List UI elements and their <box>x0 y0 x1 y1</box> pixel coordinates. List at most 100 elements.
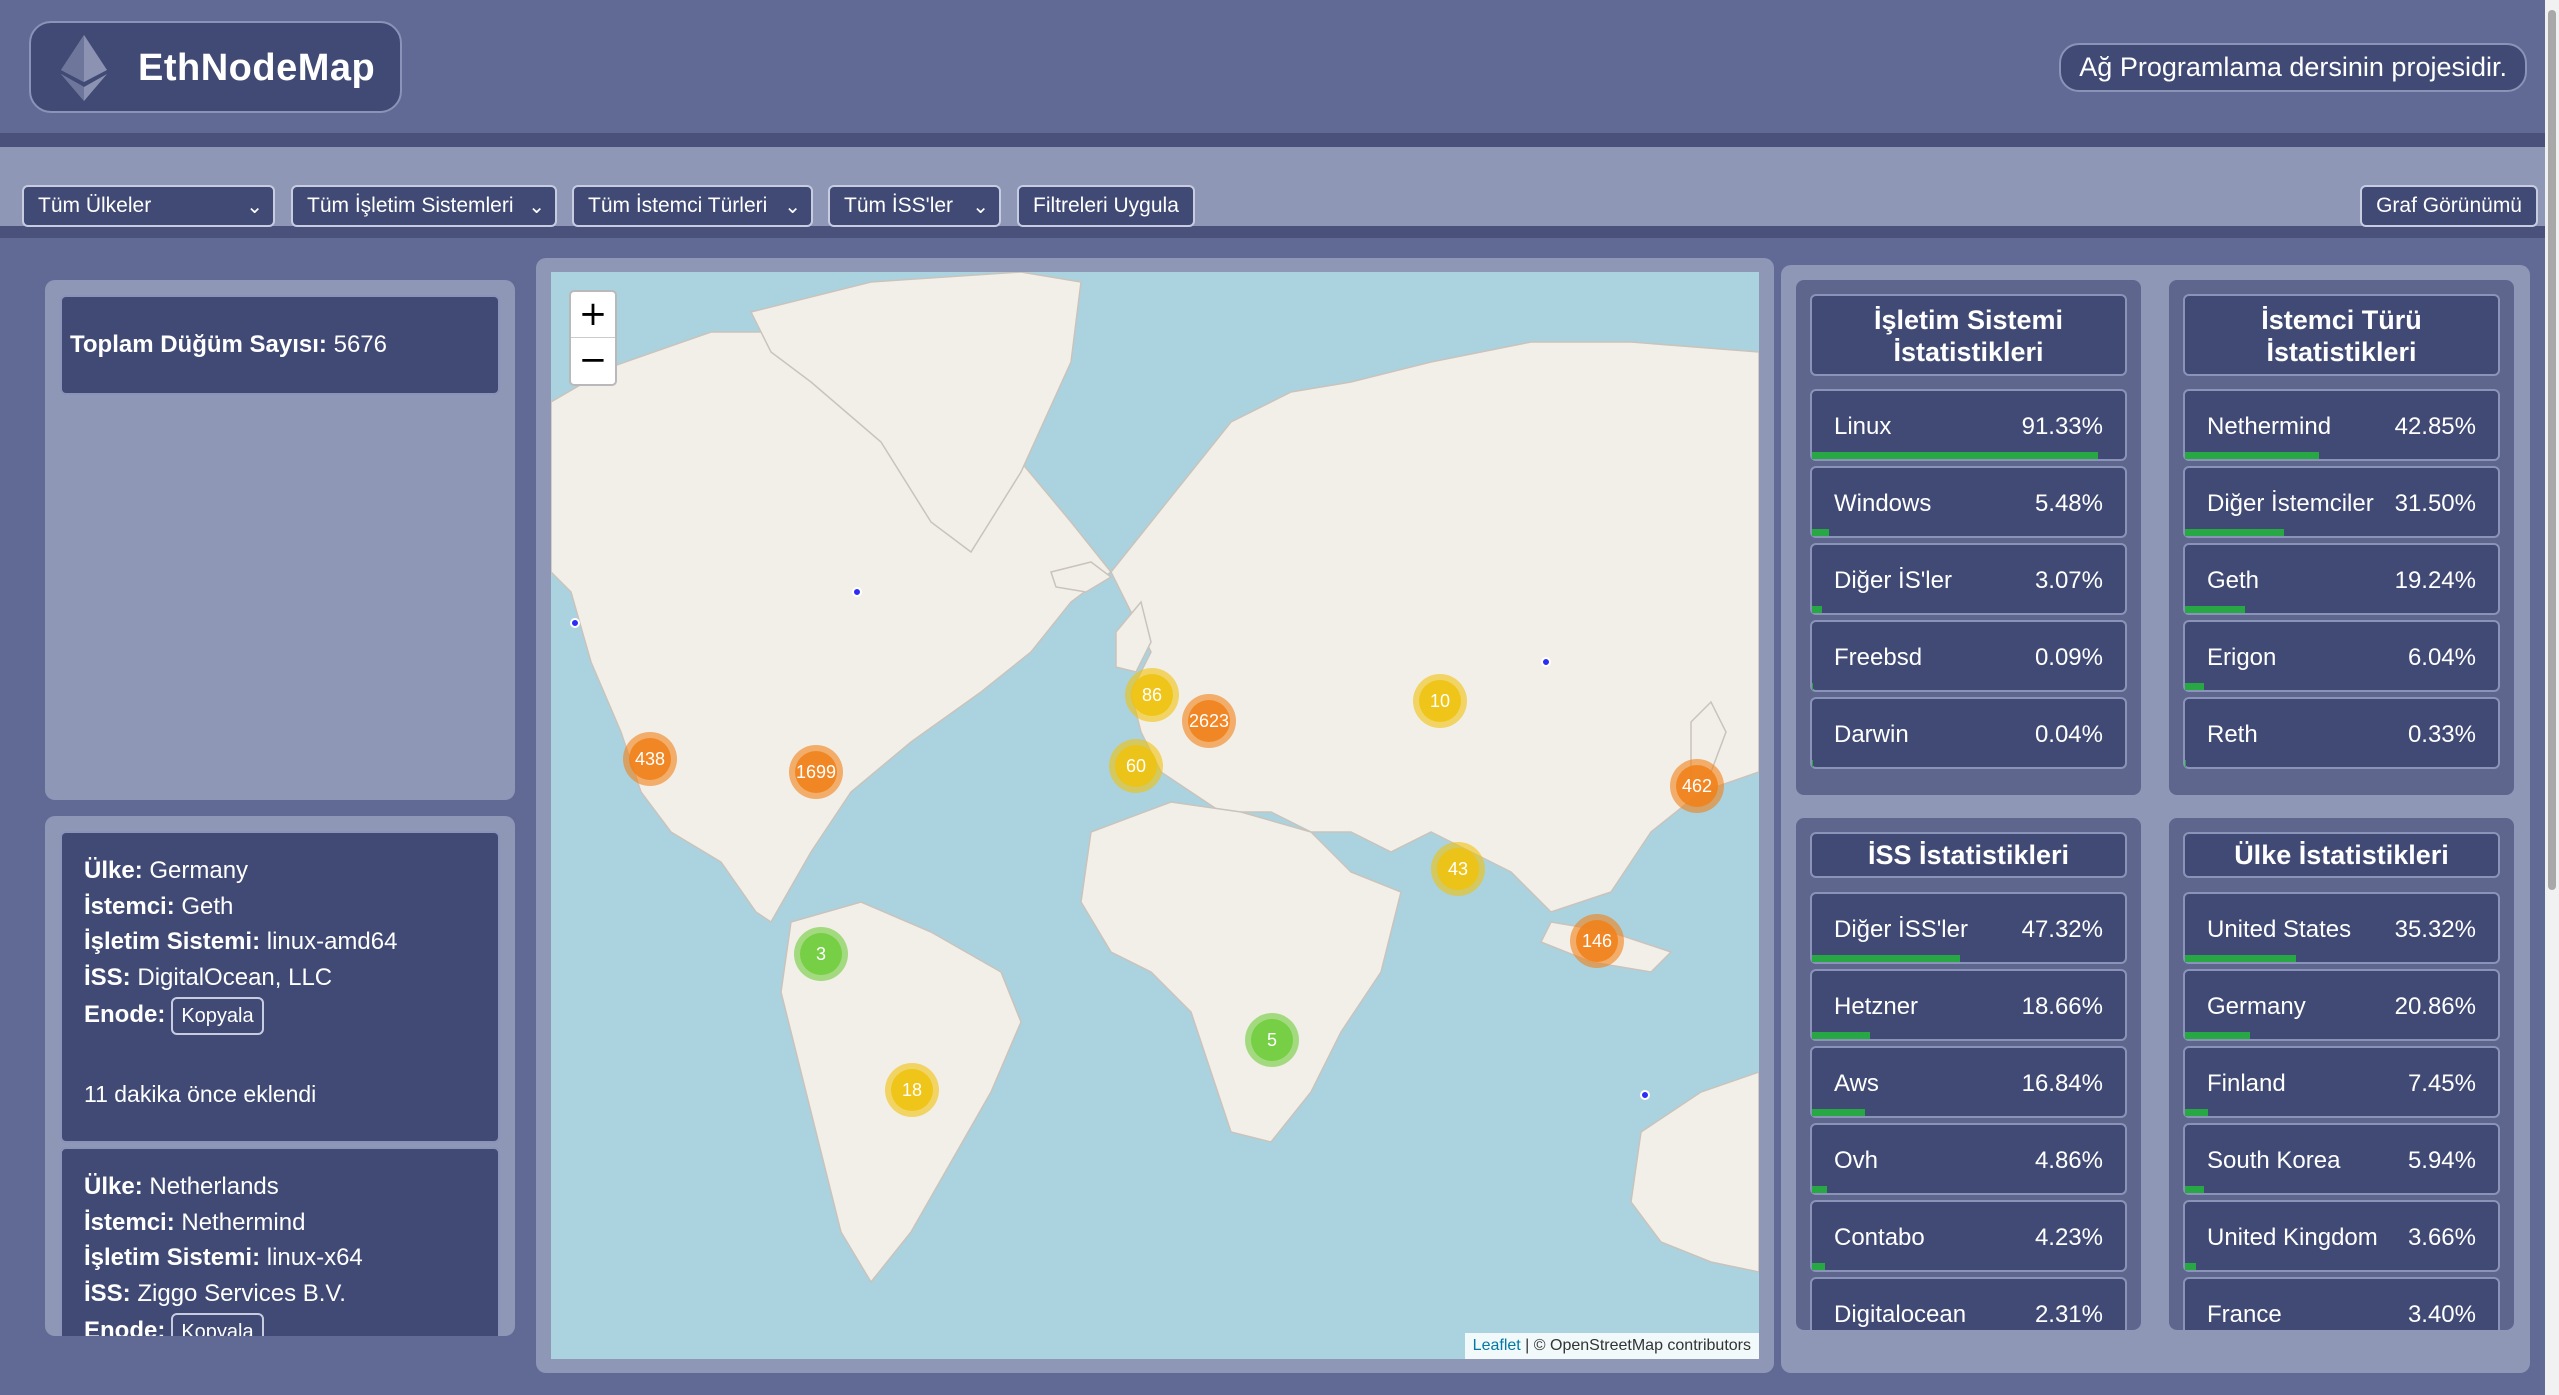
copy-enode-button[interactable]: Kopyala <box>171 1313 264 1336</box>
stat-label: Geth <box>2207 567 2260 594</box>
list-item: Ülke: Netherlands İstemci: Nethermind İş… <box>60 1147 500 1336</box>
stat-row: Windows 5.48% <box>1810 466 2127 538</box>
stat-row: Hetzner 18.66% <box>1810 969 2127 1041</box>
stat-value: 31.50% <box>2394 490 2476 517</box>
node-list: Ülke: Germany İstemci: Geth İşletim Sist… <box>45 816 515 1336</box>
total-nodes-value: 5676 <box>333 331 387 358</box>
australia-landmass <box>1630 1071 1759 1273</box>
node-marker[interactable] <box>852 587 862 597</box>
stat-bar <box>1812 1263 1826 1270</box>
copy-enode-button[interactable]: Kopyala <box>171 997 264 1035</box>
cluster-count: 438 <box>629 738 671 780</box>
stat-label: Erigon <box>2207 644 2277 671</box>
stat-value: 0.04% <box>2034 721 2103 748</box>
node-marker[interactable] <box>570 618 580 628</box>
stat-label: Reth <box>2207 721 2258 748</box>
zoom-control: + − <box>569 290 617 386</box>
stat-value: 20.86% <box>2394 993 2476 1020</box>
zoom-out-button[interactable]: − <box>571 338 615 384</box>
stat-bar <box>2185 1263 2197 1270</box>
stat-value: 3.40% <box>2407 1301 2476 1328</box>
cluster-marker[interactable]: 5 <box>1245 1013 1299 1067</box>
isp-filter-select[interactable]: Tüm İSS'ler ⌄ <box>828 185 1001 227</box>
isp-stats-section: İSS İstatistikleri Diğer İSS'ler 47.32% … <box>1796 818 2141 1330</box>
africa-landmass <box>1080 801 1402 1143</box>
cluster-count: 146 <box>1576 920 1618 962</box>
cluster-count: 60 <box>1115 745 1157 787</box>
stat-value: 3.66% <box>2407 1224 2476 1251</box>
stat-row: Nethermind 42.85% <box>2183 389 2500 461</box>
apply-filters-button[interactable]: Filtreleri Uygula <box>1017 185 1195 227</box>
stat-label: Ovh <box>1834 1147 1879 1174</box>
country-label: Ülke: <box>84 857 143 884</box>
stat-bar <box>2185 955 2296 962</box>
node-map[interactable]: 438 1699 86 2623 60 10 462 43 146 3 18 5… <box>551 272 1759 1359</box>
stat-bar <box>2185 760 2187 767</box>
stat-bar <box>2185 1109 2209 1116</box>
country-label: Ülke: <box>84 1173 143 1200</box>
node-marker[interactable] <box>1640 1090 1650 1100</box>
stat-value: 42.85% <box>2394 413 2476 440</box>
chevron-down-icon: ⌄ <box>972 196 989 218</box>
stat-label: Nethermind <box>2207 413 2332 440</box>
stat-label: Hetzner <box>1834 993 1919 1020</box>
stat-row: Reth 0.33% <box>2183 697 2500 769</box>
stat-value: 35.32% <box>2394 916 2476 943</box>
cluster-marker[interactable]: 462 <box>1670 759 1724 813</box>
cluster-marker[interactable]: 438 <box>623 732 677 786</box>
node-client: Geth <box>181 892 234 920</box>
os-label: İşletim Sistemi: <box>84 928 261 955</box>
country-filter-value: Tüm Ülkeler <box>38 194 152 217</box>
stat-bar <box>2185 1186 2204 1193</box>
graph-view-button[interactable]: Graf Görünümü <box>2360 185 2538 227</box>
stat-row: South Korea 5.94% <box>2183 1123 2500 1195</box>
stat-row: Diğer İstemciler 31.50% <box>2183 466 2500 538</box>
cluster-marker[interactable]: 10 <box>1413 674 1467 728</box>
node-added-time: 11 dakika önce eklendi <box>84 1081 317 1107</box>
world-map[interactable] <box>551 272 1759 1359</box>
client-filter-select[interactable]: Tüm İstemci Türleri ⌄ <box>572 185 813 227</box>
scrollbar-thumb[interactable] <box>2548 10 2556 890</box>
page-scrollbar[interactable] <box>2545 0 2559 1395</box>
stat-value: 3.07% <box>2034 567 2103 594</box>
cluster-marker[interactable]: 18 <box>885 1063 939 1117</box>
cluster-marker[interactable]: 3 <box>794 927 848 981</box>
cluster-marker[interactable]: 1699 <box>789 745 843 799</box>
country-filter-select[interactable]: Tüm Ülkeler ⌄ <box>22 185 275 227</box>
stat-row: Diğer İSS'ler 47.32% <box>1810 892 2127 964</box>
cluster-marker[interactable]: 146 <box>1570 914 1624 968</box>
client-filter-value: Tüm İstemci Türleri <box>588 194 768 217</box>
filter-bar: Tüm Ülkeler ⌄ Tüm İşletim Sistemleri ⌄ T… <box>0 133 2559 238</box>
stat-label: Contabo <box>1834 1224 1925 1251</box>
stat-row: Freebsd 0.09% <box>1810 620 2127 692</box>
stat-bar <box>1812 955 1961 962</box>
leaflet-link[interactable]: Leaflet <box>1473 1337 1521 1354</box>
cluster-marker[interactable]: 86 <box>1125 668 1179 722</box>
zoom-in-button[interactable]: + <box>571 292 615 338</box>
cluster-marker[interactable]: 2623 <box>1182 694 1236 748</box>
stat-label: Aws <box>1834 1070 1879 1097</box>
node-os: linux-amd64 <box>266 928 398 955</box>
cluster-count: 2623 <box>1188 700 1230 742</box>
stat-row: United Kingdom 3.66% <box>2183 1200 2500 1272</box>
cluster-marker[interactable]: 43 <box>1431 842 1485 896</box>
stat-bar <box>1812 1109 1865 1116</box>
stat-value: 4.86% <box>2034 1147 2103 1174</box>
total-nodes-label: Toplam Düğüm Sayısı: <box>70 331 327 358</box>
cluster-count: 3 <box>800 933 842 975</box>
cluster-marker[interactable]: 60 <box>1109 739 1163 793</box>
stat-label: Windows <box>1834 490 1932 517</box>
chevron-down-icon: ⌄ <box>246 196 263 218</box>
stat-bar <box>1812 606 1822 613</box>
os-filter-select[interactable]: Tüm İşletim Sistemleri ⌄ <box>291 185 557 227</box>
ethereum-icon <box>61 35 107 101</box>
country-stats-section: Ülke İstatistikleri United States 35.32%… <box>2169 818 2514 1330</box>
client-label: İstemci: <box>84 892 175 920</box>
logo[interactable]: EthNodeMap <box>29 21 402 113</box>
stat-bar <box>1812 452 2098 459</box>
stat-bar <box>2185 529 2284 536</box>
stat-row: Erigon 6.04% <box>2183 620 2500 692</box>
stat-label: Digitalocean <box>1834 1301 1967 1328</box>
node-marker[interactable] <box>1541 657 1551 667</box>
client-stats-title: İstemci Türü İstatistikleri <box>2183 294 2500 376</box>
